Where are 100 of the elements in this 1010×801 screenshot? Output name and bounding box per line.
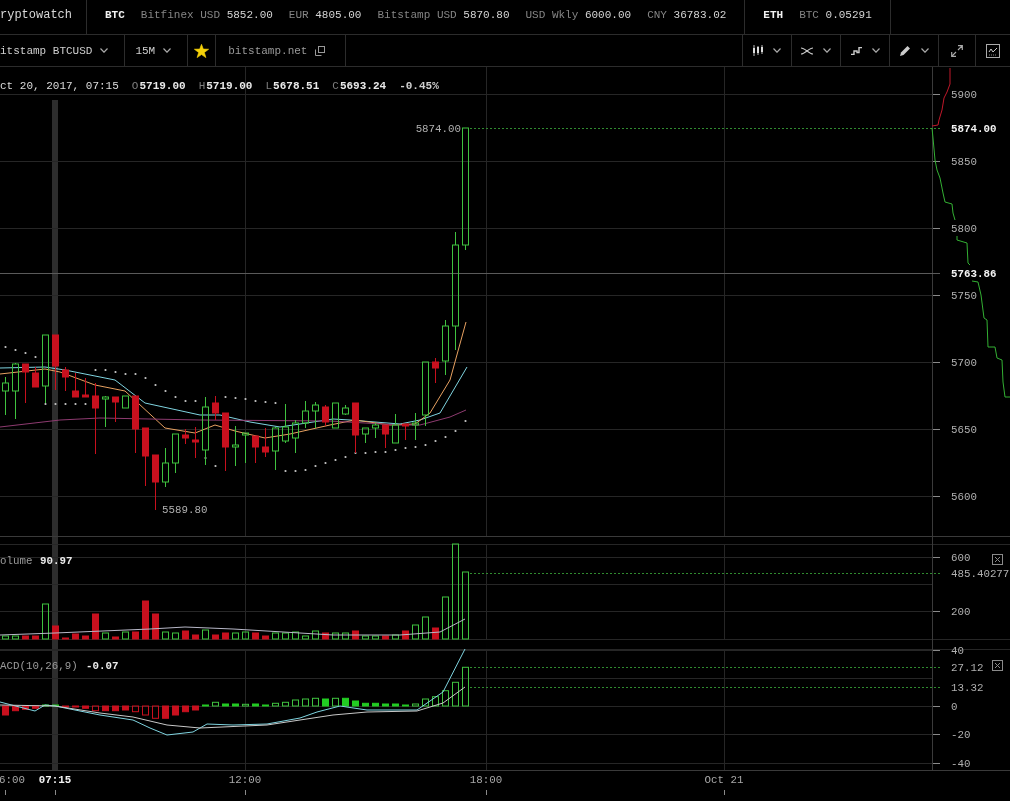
volume-bar bbox=[112, 636, 119, 640]
axis-label: 0 bbox=[951, 701, 958, 713]
pencil-icon bbox=[899, 45, 911, 56]
sar-dot bbox=[414, 445, 417, 449]
quote-label: Bitstamp USD bbox=[377, 8, 457, 21]
candle bbox=[272, 426, 279, 471]
histogram-bar bbox=[202, 704, 209, 707]
histogram-bar bbox=[2, 705, 9, 716]
legend-value: 5693.24 bbox=[339, 80, 387, 93]
sar-dot bbox=[154, 383, 157, 387]
candle bbox=[212, 395, 219, 421]
sar-dot bbox=[14, 348, 17, 352]
histogram-bar bbox=[52, 704, 59, 707]
candle bbox=[442, 319, 449, 376]
caret-icon bbox=[163, 48, 172, 53]
volume-bar bbox=[72, 633, 79, 640]
pane-title: ACD(10,26,9) bbox=[0, 660, 78, 672]
volume-bar bbox=[322, 632, 329, 640]
candle bbox=[72, 372, 79, 398]
sar-dot bbox=[44, 402, 47, 406]
volume-bar bbox=[262, 635, 269, 640]
volume-bar bbox=[42, 603, 49, 640]
candle bbox=[432, 357, 439, 384]
sar-dot bbox=[34, 355, 37, 359]
exchange-link[interactable]: bitstamp.net bbox=[216, 35, 347, 66]
interval-selector[interactable]: 15M bbox=[125, 35, 189, 66]
sar-dot bbox=[164, 389, 167, 393]
sar-dot bbox=[104, 368, 107, 372]
ticker-symbol[interactable]: BTC bbox=[105, 8, 125, 21]
quote-value: 0.05291 bbox=[825, 8, 872, 21]
volume-bar bbox=[32, 635, 39, 640]
volume-bar bbox=[202, 629, 209, 640]
legend-value: 5678.51 bbox=[273, 80, 320, 93]
volume-bar bbox=[392, 634, 399, 640]
market-selector[interactable]: itstamp BTCUSD bbox=[0, 35, 126, 66]
candle bbox=[362, 427, 369, 444]
histogram-bar bbox=[132, 705, 139, 713]
candle bbox=[182, 428, 189, 445]
low-price-label: 5589.80 bbox=[162, 504, 208, 516]
axis-label: -40 bbox=[951, 758, 971, 770]
volume-bar bbox=[442, 596, 449, 640]
volume-bar bbox=[132, 631, 139, 640]
histogram-bar bbox=[222, 703, 229, 707]
candle bbox=[22, 363, 29, 404]
sar-dot bbox=[374, 450, 377, 454]
close-icon[interactable] bbox=[992, 660, 1003, 671]
histogram-bar bbox=[402, 704, 409, 707]
legend-label: L bbox=[265, 80, 273, 93]
volume-bar bbox=[462, 571, 469, 640]
legend-label: C bbox=[332, 80, 339, 93]
histogram-bar bbox=[352, 700, 359, 707]
axis-label: 5700 bbox=[951, 357, 977, 369]
histogram-bar bbox=[42, 704, 49, 707]
histogram-bar bbox=[432, 696, 439, 707]
caret-icon bbox=[920, 48, 929, 53]
histogram-bar bbox=[392, 703, 399, 707]
volume-bar bbox=[282, 632, 289, 640]
volume-bar bbox=[82, 635, 89, 640]
axis-label: 5750 bbox=[951, 290, 977, 302]
sar-dot bbox=[264, 400, 267, 404]
sar-dot bbox=[404, 446, 407, 450]
candle bbox=[202, 396, 209, 466]
histogram-bar bbox=[92, 705, 99, 712]
sar-dot bbox=[94, 368, 97, 372]
sar-dot bbox=[364, 451, 367, 455]
volume-bar bbox=[412, 624, 419, 640]
histogram-bar bbox=[362, 702, 369, 707]
time-label: 18:00 bbox=[469, 774, 503, 786]
candle bbox=[402, 423, 409, 441]
chart-box-icon bbox=[986, 43, 1000, 58]
histogram-bar bbox=[32, 705, 39, 709]
axis-label: 5650 bbox=[951, 424, 977, 436]
caret-icon bbox=[100, 48, 109, 53]
candle bbox=[102, 395, 109, 428]
histogram-bar bbox=[272, 702, 279, 707]
volume-bar bbox=[292, 631, 299, 640]
candle bbox=[12, 362, 19, 420]
quote-label: USD Wkly bbox=[525, 8, 579, 21]
volume-bar bbox=[272, 632, 279, 640]
ticker-symbol[interactable]: ETH bbox=[763, 8, 784, 21]
close-icon[interactable] bbox=[992, 554, 1003, 565]
candle bbox=[82, 377, 89, 398]
histogram-bar bbox=[82, 705, 89, 709]
histogram-bar bbox=[442, 690, 449, 707]
axis-label: 600 bbox=[951, 552, 971, 564]
histogram-bar bbox=[322, 698, 329, 707]
histogram-bar bbox=[112, 705, 119, 712]
histogram-bar bbox=[122, 705, 129, 711]
candle bbox=[242, 432, 249, 464]
candlestick-icon bbox=[753, 45, 763, 56]
app-name[interactable]: ryptowatch bbox=[0, 7, 72, 22]
candle bbox=[132, 395, 139, 454]
sar-dot bbox=[114, 370, 117, 374]
sar-dot bbox=[84, 402, 87, 406]
histogram-bar bbox=[332, 697, 339, 707]
histogram-bar bbox=[232, 703, 239, 707]
sar-dot bbox=[174, 395, 177, 399]
candle bbox=[352, 402, 359, 454]
candle bbox=[2, 376, 9, 416]
crossed-lines-icon bbox=[801, 46, 813, 55]
